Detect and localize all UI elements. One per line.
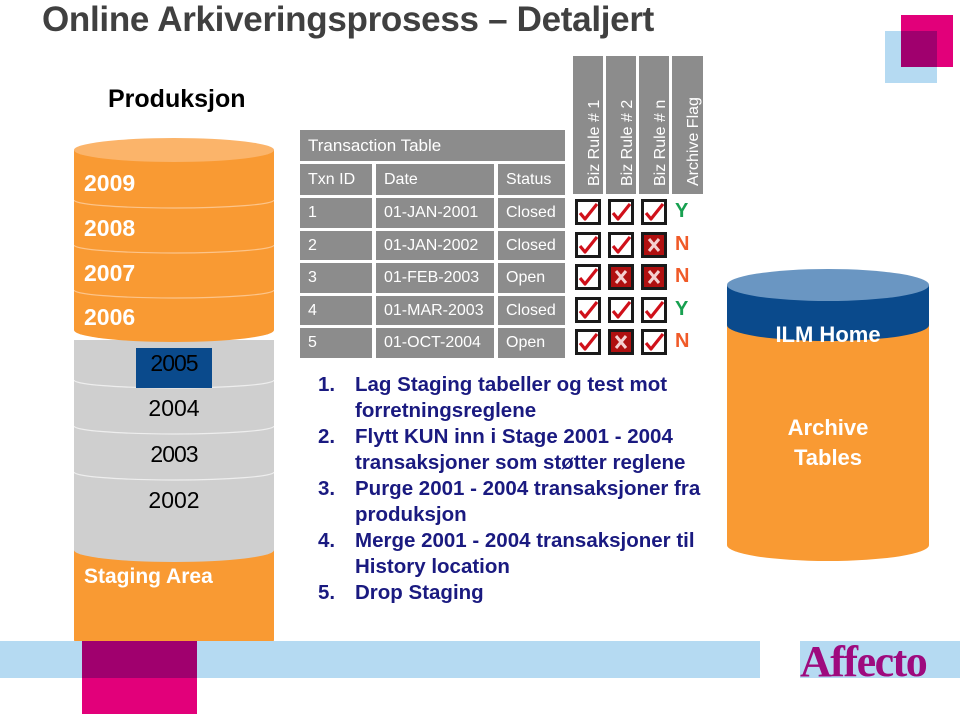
archive-flag-value: Y [675, 200, 689, 222]
archive-flag-value: N [675, 265, 690, 287]
txn-id-cell: 2 [300, 230, 372, 260]
production-database-cylinder: 2009 2008 2007 2006 2005 2004 2003 2002 … [74, 130, 274, 660]
ilm-home-database-cylinder: ILM Home Archive Tables [727, 265, 929, 565]
status-cell: Open [498, 263, 565, 293]
date-cell: 01-OCT-2004 [376, 328, 494, 358]
step-text: Purge 2001 - 2004 transaksjoner fra prod… [355, 477, 701, 526]
date-cell: 01-FEB-2003 [376, 263, 494, 293]
check-icon [575, 329, 601, 355]
biz-rule-n-label: Biz Rule # n [652, 99, 669, 186]
fail-x-icon [641, 264, 667, 290]
biz-rule-1-label: Biz Rule # 1 [586, 99, 603, 186]
column-header-date: Date [376, 164, 494, 195]
year-label-2003: 2003 [150, 441, 198, 467]
logo-square-overlap [901, 31, 937, 67]
slide-title: Online Arkiveringsprosess – Detaljert [42, 0, 655, 39]
step-number: 3. [318, 477, 336, 500]
year-label-2007: 2007 [84, 260, 136, 286]
ilm-home-label: ILM Home [775, 322, 881, 347]
status-cell: Closed [498, 230, 565, 260]
archive-tables-line2: Tables [793, 445, 863, 470]
archive-tables-label: Archive Tables [727, 413, 929, 473]
column-header-biz-rule-2: Biz Rule # 2 [606, 56, 636, 194]
check-icon [575, 199, 601, 225]
footer-square-overlap [82, 641, 197, 678]
check-icon [608, 231, 634, 258]
check-icon [641, 199, 667, 225]
transaction-table-title: Transaction Table [300, 130, 565, 161]
date-cell: 01-JAN-2002 [376, 230, 494, 260]
date-cell: 01-JAN-2001 [376, 198, 494, 228]
step-item: 1. Lag Staging tabeller og test mot forre… [318, 372, 718, 424]
biz-rule-2-label: Biz Rule # 2 [619, 99, 636, 186]
step-number: 2. [318, 425, 336, 448]
column-header-status: Status [498, 164, 565, 195]
archive-flag-value: N [675, 330, 690, 352]
step-item: 4. Merge 2001 - 2004 transaksjoner til Hi… [318, 528, 718, 580]
process-steps-list: 1. Lag Staging tabeller og test mot forre… [318, 372, 718, 606]
archive-tables-line1: Archive [787, 415, 869, 440]
status-cell: Closed [498, 295, 565, 325]
check-icon [575, 296, 601, 323]
archive-flag-label: Archive Flag [685, 97, 702, 186]
column-header-biz-rule-n: Biz Rule # n [639, 56, 669, 194]
column-header-archive-flag: Archive Flag [672, 56, 703, 194]
fail-x-icon [641, 231, 667, 258]
check-icon [641, 329, 667, 355]
staging-area-label: Staging Area [84, 565, 213, 588]
status-cell: Open [498, 328, 565, 358]
step-text: Flytt KUN inn i Stage 2001 - 2004 transa… [355, 425, 686, 474]
step-text: Merge 2001 - 2004 transaksjoner til Hist… [355, 529, 695, 578]
txn-id-cell: 1 [300, 198, 372, 228]
year-label-2002: 2002 [148, 487, 200, 513]
year-label-2004: 2004 [148, 395, 200, 421]
status-cell: Closed [498, 198, 565, 228]
fail-x-icon [608, 264, 634, 290]
column-header-txn-id: Txn ID [300, 164, 372, 195]
step-text: Lag Staging tabeller og test mot forretn… [355, 373, 668, 422]
fail-x-icon [608, 329, 634, 355]
archive-flag-value: N [675, 232, 690, 255]
check-icon [575, 264, 601, 290]
affecto-logo: Affecto [800, 637, 928, 686]
production-label: Produksjon [108, 85, 246, 113]
year-label-2009: 2009 [84, 170, 136, 196]
txn-id-cell: 3 [300, 263, 372, 293]
check-icon [575, 231, 601, 258]
step-text: Drop Staging [355, 581, 484, 604]
step-number: 5. [318, 581, 336, 604]
step-item: 3. Purge 2001 - 2004 transaksjoner fra pr… [318, 476, 718, 528]
year-label-2006: 2006 [84, 304, 136, 330]
txn-id-cell: 4 [300, 295, 372, 325]
step-item: 5. Drop Staging [318, 580, 718, 606]
column-header-biz-rule-1: Biz Rule # 1 [573, 56, 603, 194]
date-cell: 01-MAR-2003 [376, 295, 494, 325]
footer-band-gap [760, 641, 800, 678]
year-label-2008: 2008 [84, 215, 136, 241]
txn-id-cell: 5 [300, 328, 372, 358]
check-icon [608, 296, 634, 323]
step-item: 2. Flytt KUN inn i Stage 2001 - 2004 tran… [318, 424, 718, 476]
step-number: 4. [318, 529, 336, 552]
year-label-2005-highlighted: 2005 [150, 350, 198, 376]
archive-flag-value: Y [675, 297, 689, 320]
check-icon [641, 296, 667, 323]
check-icon [608, 199, 634, 225]
step-number: 1. [318, 373, 336, 396]
